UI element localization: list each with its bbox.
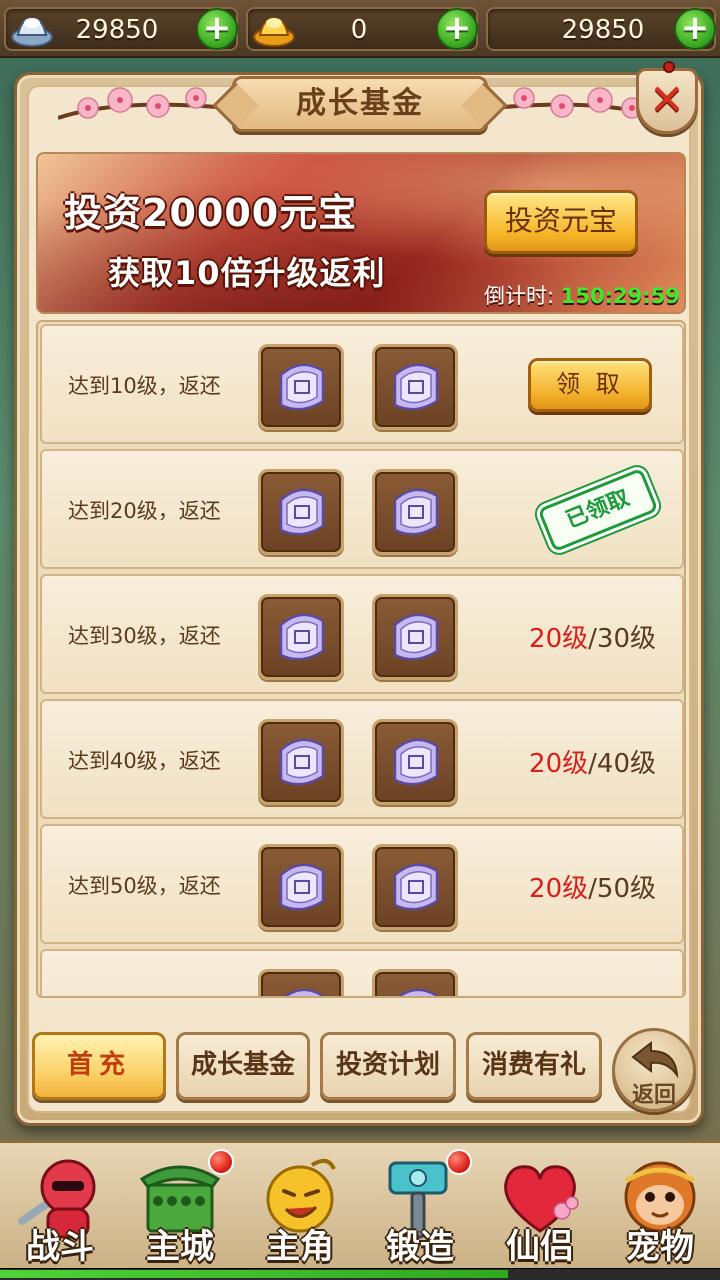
banner-headline: 投资20000元宝 [64,191,358,235]
close-ornament-icon [663,61,675,73]
reward-list[interactable]: 达到10级，返还 领 取 达到20级，返还 已领取 达到30级，返还 20级/3… [36,320,686,998]
reward-item-slot[interactable] [258,969,344,996]
scroll-token-icon [279,363,325,411]
row-label: 达到40级，返还 [68,749,221,773]
reward-item-slot[interactable] [258,719,344,805]
back-label: 返回 [631,1083,676,1108]
current-level: 20级 [529,624,589,654]
silver-ingot-icon [11,17,53,47]
row-label: 达到10级，返还 [68,374,221,398]
nav-forge[interactable]: 锻造 [360,1143,480,1273]
bottom-nav: 战斗 主城 主角 锻造 仙侣 宠物 [0,1140,720,1280]
scroll-token-icon [393,863,439,911]
row-label: 达到30级，返还 [68,624,221,648]
gold-amount: 0 [350,15,368,45]
reward-item-slot[interactable] [258,844,344,930]
reward-item-slot[interactable] [258,594,344,680]
reward-item-slot[interactable] [372,719,458,805]
scroll-token-icon [393,738,439,786]
scroll-token-icon [393,613,439,661]
nav-battle[interactable]: 战斗 [0,1143,120,1273]
scroll-token-icon [279,738,325,786]
notification-dot-icon [446,1149,472,1175]
reward-item-slot[interactable] [372,969,458,996]
banner-subline: 获取10倍升级返利 [108,254,386,292]
scroll-token-icon [279,863,325,911]
silver-ingot-counter: 29850 + [4,7,238,51]
nav-pet[interactable]: 宠物 [600,1143,720,1273]
row-label: 达到20级，返还 [68,499,221,523]
reward-item-slot[interactable] [372,844,458,930]
nav-hero[interactable]: 主角 [240,1143,360,1273]
current-level: 20级 [529,874,589,904]
reward-row-partial [40,949,684,996]
invest-banner: 投资20000元宝 获取10倍升级返利 投资元宝 倒计时: 150:29:59 [36,152,686,314]
countdown: 倒计时: 150:29:59 [484,280,680,310]
scroll-token-icon [398,988,439,996]
scroll-token-icon [279,613,325,661]
back-arrow-icon [631,1041,679,1079]
claimed-stamp: 已领取 [537,467,659,553]
currency-bar: 29850 + 0 + 29850 + [0,0,720,58]
tab-consume-gift[interactable]: 消费有礼 [466,1032,602,1100]
panel-title: 成长基金 [296,86,424,121]
scroll-token-icon [393,363,439,411]
nav-partner[interactable]: 仙侣 [480,1143,600,1273]
nav-label: 宠物 [626,1227,694,1267]
back-button[interactable]: 返回 [612,1028,696,1112]
reward-item-slot[interactable] [372,594,458,680]
reward-row-level-40: 达到40级，返还 20级/40级 [40,699,684,819]
add-third-currency-button[interactable]: + [674,8,716,50]
reward-item-slot[interactable] [258,469,344,555]
reward-item-slot[interactable] [258,344,344,430]
scroll-token-icon [279,488,325,536]
level-progress: 20级/50级 [529,868,656,905]
target-level: /40级 [588,749,656,779]
tab-invest-plan[interactable]: 投资计划 [320,1032,456,1100]
plum-blossom-decoration-icon [58,87,228,120]
notification-dot-icon [208,1149,234,1175]
tab-growth-fund[interactable]: 成长基金 [176,1032,310,1100]
gold-ingot-counter: 0 + [246,7,478,51]
scroll-token-icon [393,488,439,536]
third-currency-amount: 29850 [561,15,645,45]
level-progress: 20级/30级 [529,618,656,655]
countdown-value: 150:29:59 [560,284,680,308]
reward-item-slot[interactable] [372,469,458,555]
row-label: 达到50级，返还 [68,874,221,898]
reward-row-level-10: 达到10级，返还 领 取 [40,324,684,444]
invest-yuanbao-button[interactable]: 投资元宝 [484,190,638,254]
claim-button[interactable]: 领 取 [528,358,652,412]
nav-label: 战斗 [26,1227,94,1267]
close-button[interactable]: ✕ [636,61,698,134]
nav-label: 锻造 [386,1227,454,1267]
gold-ingot-icon [253,17,295,47]
nav-city[interactable]: 主城 [120,1143,240,1273]
nav-bottom-progress-fill [0,1270,508,1278]
scroll-token-icon [284,988,325,996]
current-level: 20级 [529,749,589,779]
tab-first-charge[interactable]: 首充 [32,1032,166,1100]
reward-item-slot[interactable] [372,344,458,430]
third-currency-counter: 29850 + [486,7,716,51]
close-icon: ✕ [649,75,685,124]
silver-amount: 29850 [75,15,159,45]
countdown-label: 倒计时: [484,284,555,308]
nav-label: 主角 [266,1227,334,1267]
level-progress: 20级/40级 [529,743,656,780]
add-gold-button[interactable]: + [436,8,478,50]
nav-label: 主城 [146,1227,214,1267]
target-level: /50级 [588,874,656,904]
reward-row-level-20: 达到20级，返还 已领取 [40,449,684,569]
reward-row-level-30: 达到30级，返还 20级/30级 [40,574,684,694]
nav-label: 仙侣 [506,1227,574,1267]
reward-row-level-50: 达到50级，返还 20级/50级 [40,824,684,944]
panel-title-plate: 成长基金 [232,76,488,132]
target-level: /30级 [588,624,656,654]
add-silver-button[interactable]: + [196,8,238,50]
